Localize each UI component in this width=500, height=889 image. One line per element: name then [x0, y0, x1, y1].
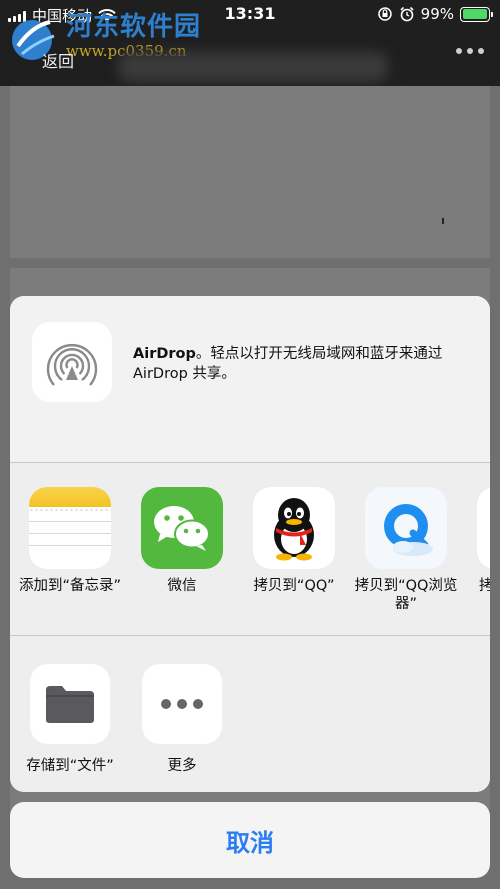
alarm-icon	[400, 6, 414, 22]
airdrop-title: AirDrop	[133, 346, 196, 362]
app-label: 拷贝到“QQ浏览器”	[354, 578, 458, 612]
more-button[interactable]	[142, 664, 222, 744]
blurred-title	[118, 52, 388, 82]
background-content-card	[10, 86, 490, 258]
qq-browser-icon	[365, 487, 447, 569]
airdrop-description: AirDrop。轻点以打开无线局域网和蓝牙来通过 AirDrop 共享。	[133, 344, 473, 384]
airdrop-icon	[46, 344, 98, 386]
action-label: 更多	[167, 758, 197, 774]
action-label: 存储到“文件”	[26, 758, 114, 774]
app-label: 添加到“备忘录”	[18, 578, 122, 594]
app-wechat[interactable]: 微信	[132, 487, 232, 595]
battery-percent: 99%	[420, 5, 454, 23]
share-sheet: AirDrop。轻点以打开无线局域网和蓝牙来通过 AirDrop 共享。 添加到…	[10, 296, 490, 792]
airdrop-row[interactable]: AirDrop。轻点以打开无线局域网和蓝牙来通过 AirDrop 共享。	[10, 296, 490, 462]
top-bar: 中国移动 13:31 99% 河东软件园 www.pc0359.cn 返回	[0, 0, 500, 86]
watermark-title: 河东软件园	[66, 12, 202, 42]
app-qq-browser[interactable]: 拷贝到“QQ浏览器”	[354, 487, 458, 613]
notes-icon	[29, 487, 111, 569]
battery-fill	[462, 9, 488, 19]
app-qq[interactable]: 拷贝到“QQ”	[244, 487, 344, 595]
more-action[interactable]: 更多	[132, 664, 232, 775]
airdrop-button[interactable]	[32, 322, 112, 402]
wechat-icon	[141, 487, 223, 569]
apps-row: 添加到“备忘录” 微信 拷贝到“QQ” 拷贝到“QQ浏览器” 拷	[10, 463, 490, 635]
save-to-files-button[interactable]	[30, 664, 110, 744]
app-partial[interactable]: 拷	[468, 487, 490, 595]
status-right: 99%	[377, 5, 493, 23]
cancel-button[interactable]: 取消	[10, 802, 490, 878]
app-label: 拷贝到“QQ”	[253, 578, 335, 594]
battery-icon	[460, 6, 493, 22]
app-label: 微信	[167, 578, 197, 594]
app-label: 拷	[479, 578, 490, 594]
rotation-lock-icon	[377, 7, 392, 21]
cursor-mark	[442, 218, 444, 224]
app-notes[interactable]: 添加到“备忘录”	[18, 487, 122, 595]
actions-row: 存储到“文件” 更多	[10, 636, 490, 792]
qq-icon	[253, 487, 335, 569]
partial-app-icon	[477, 487, 490, 569]
more-icon	[161, 699, 203, 709]
more-menu-icon[interactable]	[456, 48, 484, 54]
back-button[interactable]: 返回	[42, 48, 74, 72]
folder-icon	[46, 686, 94, 723]
save-to-files-action[interactable]: 存储到“文件”	[20, 664, 120, 775]
